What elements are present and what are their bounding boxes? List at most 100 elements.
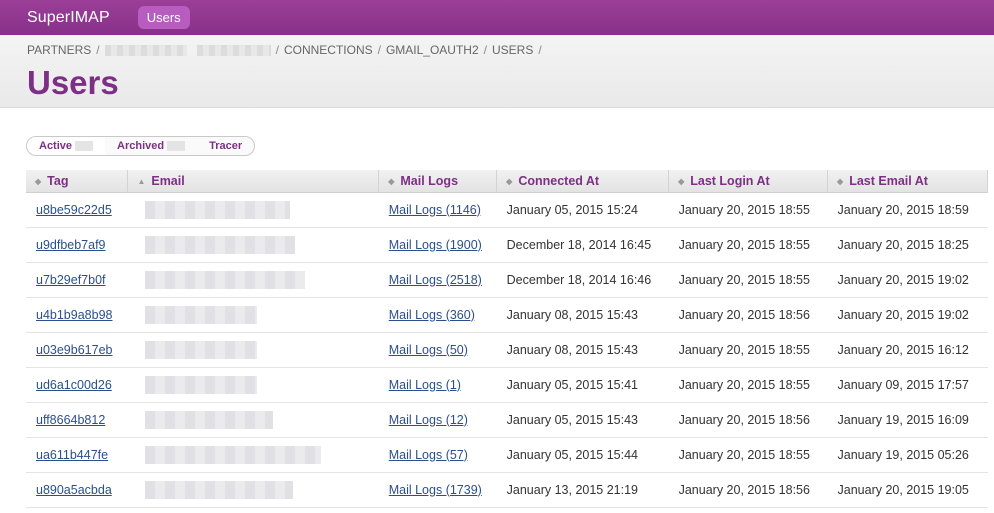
connected-at-cell: January 08, 2015 15:43 (496, 297, 669, 333)
last-email-at-cell: January 19, 2015 05:26 (827, 437, 988, 473)
breadcrumb-connections[interactable]: CONNECTIONS (284, 43, 373, 57)
column-label: Email (151, 173, 185, 188)
connected-at-cell: January 05, 2015 15:43 (496, 402, 669, 438)
email-cell (127, 297, 379, 333)
user-tag-link[interactable]: uff8664b812 (36, 413, 105, 427)
user-tag-link[interactable]: u4b1b9a8b98 (36, 308, 112, 322)
users-table: ◆ Tag ▲ Email ◆ Mail Logs ◆ Connected At ◆ La… (26, 170, 988, 508)
nav-users-tab[interactable]: Users (137, 6, 190, 29)
mail-logs-cell: Mail Logs (12) (378, 402, 497, 438)
breadcrumb-separator: / (377, 43, 381, 57)
tag-cell: u03e9b617eb (26, 332, 128, 368)
connected-at-cell: December 18, 2014 16:46 (496, 262, 669, 298)
tag-cell: u4b1b9a8b98 (26, 297, 128, 333)
mail-logs-cell: Mail Logs (1739) (378, 472, 497, 508)
filter-tracer-label: Tracer (209, 140, 243, 152)
column-header-last-email-at[interactable]: ◆ Last Email At (827, 170, 988, 193)
email-cell (127, 262, 379, 298)
filter-archived-tab[interactable]: Archived (105, 137, 197, 155)
top-navbar: SuperIMAP Users (0, 0, 994, 35)
email-cell (127, 437, 379, 473)
redacted-active-count (75, 141, 94, 151)
redacted-email (144, 235, 295, 254)
mail-logs-link[interactable]: Mail Logs (1739) (389, 483, 482, 497)
breadcrumb-gmail-oauth2[interactable]: GMAIL_OAUTH2 (386, 43, 479, 57)
email-cell (127, 367, 379, 403)
user-tag-link[interactable]: u8be59c22d5 (36, 203, 112, 217)
mail-logs-link[interactable]: Mail Logs (57) (389, 448, 468, 462)
column-header-tag[interactable]: ◆ Tag (26, 170, 129, 193)
column-label: Tag (47, 173, 69, 188)
mail-logs-cell: Mail Logs (2518) (378, 262, 497, 298)
mail-logs-link[interactable]: Mail Logs (12) (389, 413, 468, 427)
redacted-archived-count (167, 141, 186, 151)
mail-logs-link[interactable]: Mail Logs (50) (389, 343, 468, 357)
connected-at-cell: January 05, 2015 15:44 (496, 437, 669, 473)
column-header-mail-logs[interactable]: ◆ Mail Logs (378, 170, 498, 193)
brand-logo[interactable]: SuperIMAP (27, 9, 110, 27)
email-cell (127, 472, 379, 508)
user-tag-link[interactable]: ud6a1c00d26 (36, 378, 112, 392)
last-email-at-cell: January 20, 2015 19:02 (827, 297, 988, 333)
breadcrumb-partners[interactable]: PARTNERS (27, 43, 91, 57)
column-header-connected-at[interactable]: ◆ Connected At (496, 170, 670, 193)
mail-logs-link[interactable]: Mail Logs (2518) (389, 273, 482, 287)
redacted-email (144, 480, 293, 499)
tag-cell: u7b29ef7b0f (26, 262, 128, 298)
breadcrumb: PARTNERS / / CONNECTIONS / GMAIL_OAUTH2 … (27, 43, 547, 57)
redacted-email (144, 270, 305, 289)
email-cell (127, 227, 379, 263)
sort-icon: ◆ (388, 176, 395, 186)
last-login-at-cell: January 20, 2015 18:55 (668, 437, 828, 473)
mail-logs-link[interactable]: Mail Logs (360) (389, 308, 475, 322)
user-tag-link[interactable]: ua611b447fe (36, 448, 108, 462)
sort-ascending-icon: ▲ (137, 176, 146, 186)
table-row: u8be59c22d5 Mail Logs (1146) January 05, 2… (26, 192, 988, 228)
redacted-email (144, 445, 321, 464)
last-login-at-cell: January 20, 2015 18:55 (668, 227, 828, 263)
column-header-last-login-at[interactable]: ◆ Last Login At (668, 170, 829, 193)
last-email-at-cell: January 20, 2015 19:05 (827, 472, 988, 508)
user-tag-link[interactable]: u9dfbeb7af9 (36, 238, 106, 252)
filter-tracer-tab[interactable]: Tracer (197, 137, 254, 155)
last-login-at-cell: January 20, 2015 18:56 (668, 402, 828, 438)
redacted-email (144, 200, 290, 219)
mail-logs-cell: Mail Logs (360) (378, 297, 497, 333)
page-header: PARTNERS / / CONNECTIONS / GMAIL_OAUTH2 … (0, 35, 994, 108)
column-label: Connected At (518, 173, 600, 188)
last-login-at-cell: January 20, 2015 18:56 (668, 472, 828, 508)
redacted-account-name[interactable] (196, 44, 271, 56)
table-header-row: ◆ Tag ▲ Email ◆ Mail Logs ◆ Connected At ◆ La… (26, 170, 988, 193)
mail-logs-cell: Mail Logs (1900) (378, 227, 497, 263)
tag-cell: uff8664b812 (26, 402, 128, 438)
connected-at-cell: January 05, 2015 15:24 (496, 192, 669, 228)
user-tag-link[interactable]: u03e9b617eb (36, 343, 112, 357)
mail-logs-link[interactable]: Mail Logs (1) (389, 378, 461, 392)
mail-logs-cell: Mail Logs (1) (378, 367, 497, 403)
mail-logs-link[interactable]: Mail Logs (1900) (389, 238, 482, 252)
breadcrumb-separator: / (96, 43, 100, 57)
filter-active-label: Active (39, 140, 73, 152)
table-row: u03e9b617eb Mail Logs (50) January 08, 201… (26, 332, 988, 368)
column-header-email[interactable]: ▲ Email (127, 170, 380, 193)
user-tag-link[interactable]: u890a5acbda (36, 483, 112, 497)
filter-active-tab[interactable]: Active (27, 137, 106, 155)
table-row: ua611b447fe Mail Logs (57) January 05, 201… (26, 437, 988, 473)
tag-cell: u890a5acbda (26, 472, 128, 508)
breadcrumb-separator: / (538, 43, 542, 57)
last-email-at-cell: January 09, 2015 17:57 (827, 367, 988, 403)
breadcrumb-users[interactable]: USERS (492, 43, 533, 57)
column-label: Mail Logs (400, 173, 459, 188)
connected-at-cell: January 08, 2015 15:43 (496, 332, 669, 368)
table-row: u7b29ef7b0f Mail Logs (2518) December 18, … (26, 262, 988, 298)
last-email-at-cell: January 20, 2015 18:25 (827, 227, 988, 263)
redacted-partner-name[interactable] (104, 44, 187, 56)
tag-cell: ua611b447fe (26, 437, 128, 473)
last-login-at-cell: January 20, 2015 18:55 (668, 332, 828, 368)
table-row: u4b1b9a8b98 Mail Logs (360) January 08, 20… (26, 297, 988, 333)
last-login-at-cell: January 20, 2015 18:55 (668, 367, 828, 403)
last-login-at-cell: January 20, 2015 18:55 (668, 192, 828, 228)
user-tag-link[interactable]: u7b29ef7b0f (36, 273, 106, 287)
mail-logs-link[interactable]: Mail Logs (1146) (389, 203, 481, 217)
email-cell (127, 402, 379, 438)
